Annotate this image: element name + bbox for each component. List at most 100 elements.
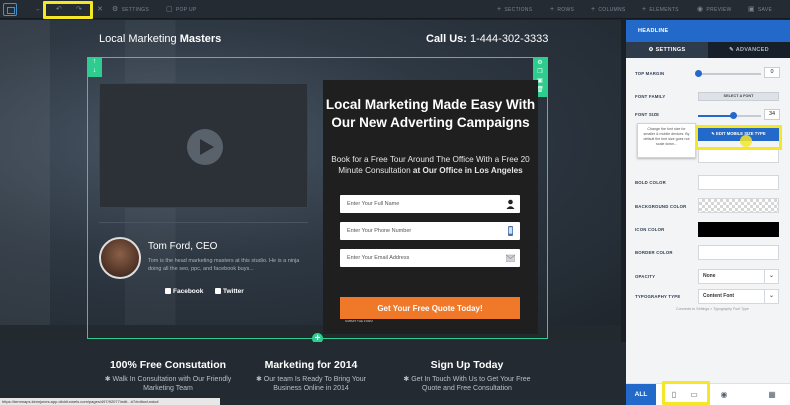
form-headline[interactable]: Local Marketing Made Easy With Our New A… xyxy=(323,96,538,132)
icon-color-swatch[interactable] xyxy=(698,222,779,237)
asterisk-icon: ✱ xyxy=(255,376,264,383)
feature-text: ✱ Walk In Consultation with Our Friendly… xyxy=(104,376,232,392)
phone-field xyxy=(340,222,520,240)
bold-color-input[interactable] xyxy=(698,175,779,190)
rows-button[interactable]: + ROWS xyxy=(550,0,574,19)
font-size-label: FONT SIZE xyxy=(635,112,660,117)
feature-column: Marketing for 2014 ✱ Our team Is Ready T… xyxy=(241,359,381,393)
top-margin-value[interactable]: 0 xyxy=(764,67,780,78)
font-size-tooltip: Change the font size for smaller & mobil… xyxy=(637,123,696,158)
divider xyxy=(99,222,308,223)
slider-fill xyxy=(698,115,733,117)
slider-knob[interactable] xyxy=(730,112,737,119)
video-placeholder[interactable] xyxy=(99,83,308,208)
twitter-link[interactable]: Twitter xyxy=(215,288,244,295)
device-all-button[interactable]: ALL xyxy=(626,384,656,405)
select-font-button[interactable]: SELECT A FONT xyxy=(698,92,779,101)
asterisk-icon: ✱ xyxy=(104,376,113,383)
phone-input[interactable] xyxy=(340,222,500,240)
plus-icon: + xyxy=(591,6,596,13)
save-button[interactable]: ▣ SAVE xyxy=(748,0,772,19)
cta-note: SUBMIT THE FORM xyxy=(345,319,373,323)
save-icon: ▣ xyxy=(748,6,755,13)
form-subtext: Book for a Free Tour Around The Office W… xyxy=(331,155,530,175)
settings-panel: HEADLINE ⚙ SETTINGS ✎ ADVANCED TOP MARGI… xyxy=(626,20,790,405)
border-color-swatch[interactable] xyxy=(698,245,779,260)
popup-button[interactable]: ▢ POP UP xyxy=(166,0,197,19)
top-margin-slider[interactable] xyxy=(695,70,761,77)
mouse-cursor-highlight xyxy=(740,135,752,147)
full-name-field xyxy=(340,195,520,213)
arrow-up-icon[interactable]: ↑ xyxy=(87,57,102,66)
twitter-icon xyxy=(215,288,221,294)
top-margin-label: TOP MARGIN xyxy=(635,71,665,76)
feature-text: ✱ Our team Is Ready To Bring Your Busine… xyxy=(255,376,367,392)
person-bio: Tom is the head marketing masters at thi… xyxy=(148,258,300,272)
settings-button[interactable]: ⚙ SETTINGS xyxy=(112,0,149,19)
elements-button[interactable]: + ELEMENTS xyxy=(642,0,679,19)
tab-settings[interactable]: ⚙ SETTINGS xyxy=(626,42,708,58)
plus-icon: + xyxy=(550,6,555,13)
app-logo-icon[interactable] xyxy=(3,3,17,16)
border-color-label: BORDER COLOR xyxy=(635,250,673,255)
highlight-edit-mobile xyxy=(695,125,782,150)
facebook-link[interactable]: Facebook xyxy=(165,288,203,295)
tab-advanced[interactable]: ✎ ADVANCED xyxy=(708,42,790,58)
columns-button[interactable]: + COLUMNS xyxy=(591,0,626,19)
get-quote-button[interactable]: Get Your Free Quote Today! xyxy=(340,297,520,319)
panel-tabs: ⚙ SETTINGS ✎ ADVANCED xyxy=(626,42,790,58)
top-toolbar: ← ↶ ↷ ✕ ⚙ SETTINGS ▢ POP UP + SECTIONS + ROW… xyxy=(0,0,790,19)
chevron-down-icon: ⌄ xyxy=(764,290,778,303)
gear-icon: ⚙ xyxy=(648,47,656,53)
font-size-slider[interactable] xyxy=(698,112,761,119)
feature-text: ✱ Get In Touch With Us to Get Your Free … xyxy=(403,376,531,392)
background-color-label: BACKGROUND COLOR xyxy=(635,204,687,209)
highlight-undo-redo xyxy=(43,1,93,19)
eye-icon: ◉ xyxy=(697,6,704,13)
full-name-input[interactable] xyxy=(340,195,500,213)
copy-icon[interactable]: ❐ xyxy=(533,68,547,77)
typography-type-label: TYPOGRAPHY TYPE xyxy=(635,294,681,299)
preview-button[interactable]: ◉ PREVIEW xyxy=(697,0,732,19)
panel-title: HEADLINE xyxy=(626,20,790,42)
optin-form-card: Local Marketing Made Easy With Our New A… xyxy=(323,80,538,334)
history-icon[interactable]: ✕ xyxy=(97,0,106,19)
bold-color-swatch[interactable] xyxy=(698,148,779,163)
facebook-icon xyxy=(165,288,171,294)
plus-icon: + xyxy=(497,6,502,13)
window-icon: ▢ xyxy=(166,6,173,13)
slider-knob[interactable] xyxy=(695,70,702,77)
sections-button[interactable]: + SECTIONS xyxy=(497,0,532,19)
avatar xyxy=(99,237,141,279)
plus-icon: + xyxy=(642,6,647,13)
feature-title: 100% Free Consutation xyxy=(109,359,227,371)
typography-type-select[interactable]: Content Font ⌄ xyxy=(698,289,779,304)
feature-column: Sign Up Today ✱ Get In Touch With Us to … xyxy=(397,359,537,393)
bold-color-label: BOLD COLOR xyxy=(635,180,666,185)
typography-note: Connects to Settings > Typography Font T… xyxy=(676,307,749,311)
font-size-value[interactable]: 34 xyxy=(764,109,780,120)
chevron-down-icon: ⌄ xyxy=(764,270,778,283)
opacity-select[interactable]: None ⌄ xyxy=(698,269,779,284)
background-color-swatch[interactable] xyxy=(698,198,779,213)
eye-icon[interactable]: ◉ xyxy=(716,387,732,403)
arrow-down-icon[interactable]: ↓ xyxy=(87,66,102,75)
layout-icon[interactable]: ▦ xyxy=(764,387,780,403)
envelope-icon xyxy=(506,254,515,262)
mobile-phone-icon xyxy=(508,226,513,236)
section-move-arrows[interactable]: ↑ ↓ xyxy=(87,57,102,77)
play-icon[interactable] xyxy=(187,129,223,165)
gear-icon: ⚙ xyxy=(112,6,119,13)
font-family-label: FONT FAMILY xyxy=(635,94,666,99)
feature-column: 100% Free Consutation ✱ Walk In Consulta… xyxy=(98,359,238,393)
highlight-device-toggle xyxy=(662,381,710,405)
icon-color-label: ICON COLOR xyxy=(635,227,665,232)
email-input[interactable] xyxy=(340,249,500,267)
user-icon xyxy=(506,199,515,209)
gear-icon[interactable]: ⚙ xyxy=(533,59,547,68)
feature-title: Sign Up Today xyxy=(430,359,504,371)
brand-name: Local Marketing Masters xyxy=(99,33,222,45)
phone-header: Call Us: 1-444-302-3333 xyxy=(426,33,549,45)
person-name: Tom Ford, CEO xyxy=(148,241,218,252)
email-field xyxy=(340,249,520,267)
